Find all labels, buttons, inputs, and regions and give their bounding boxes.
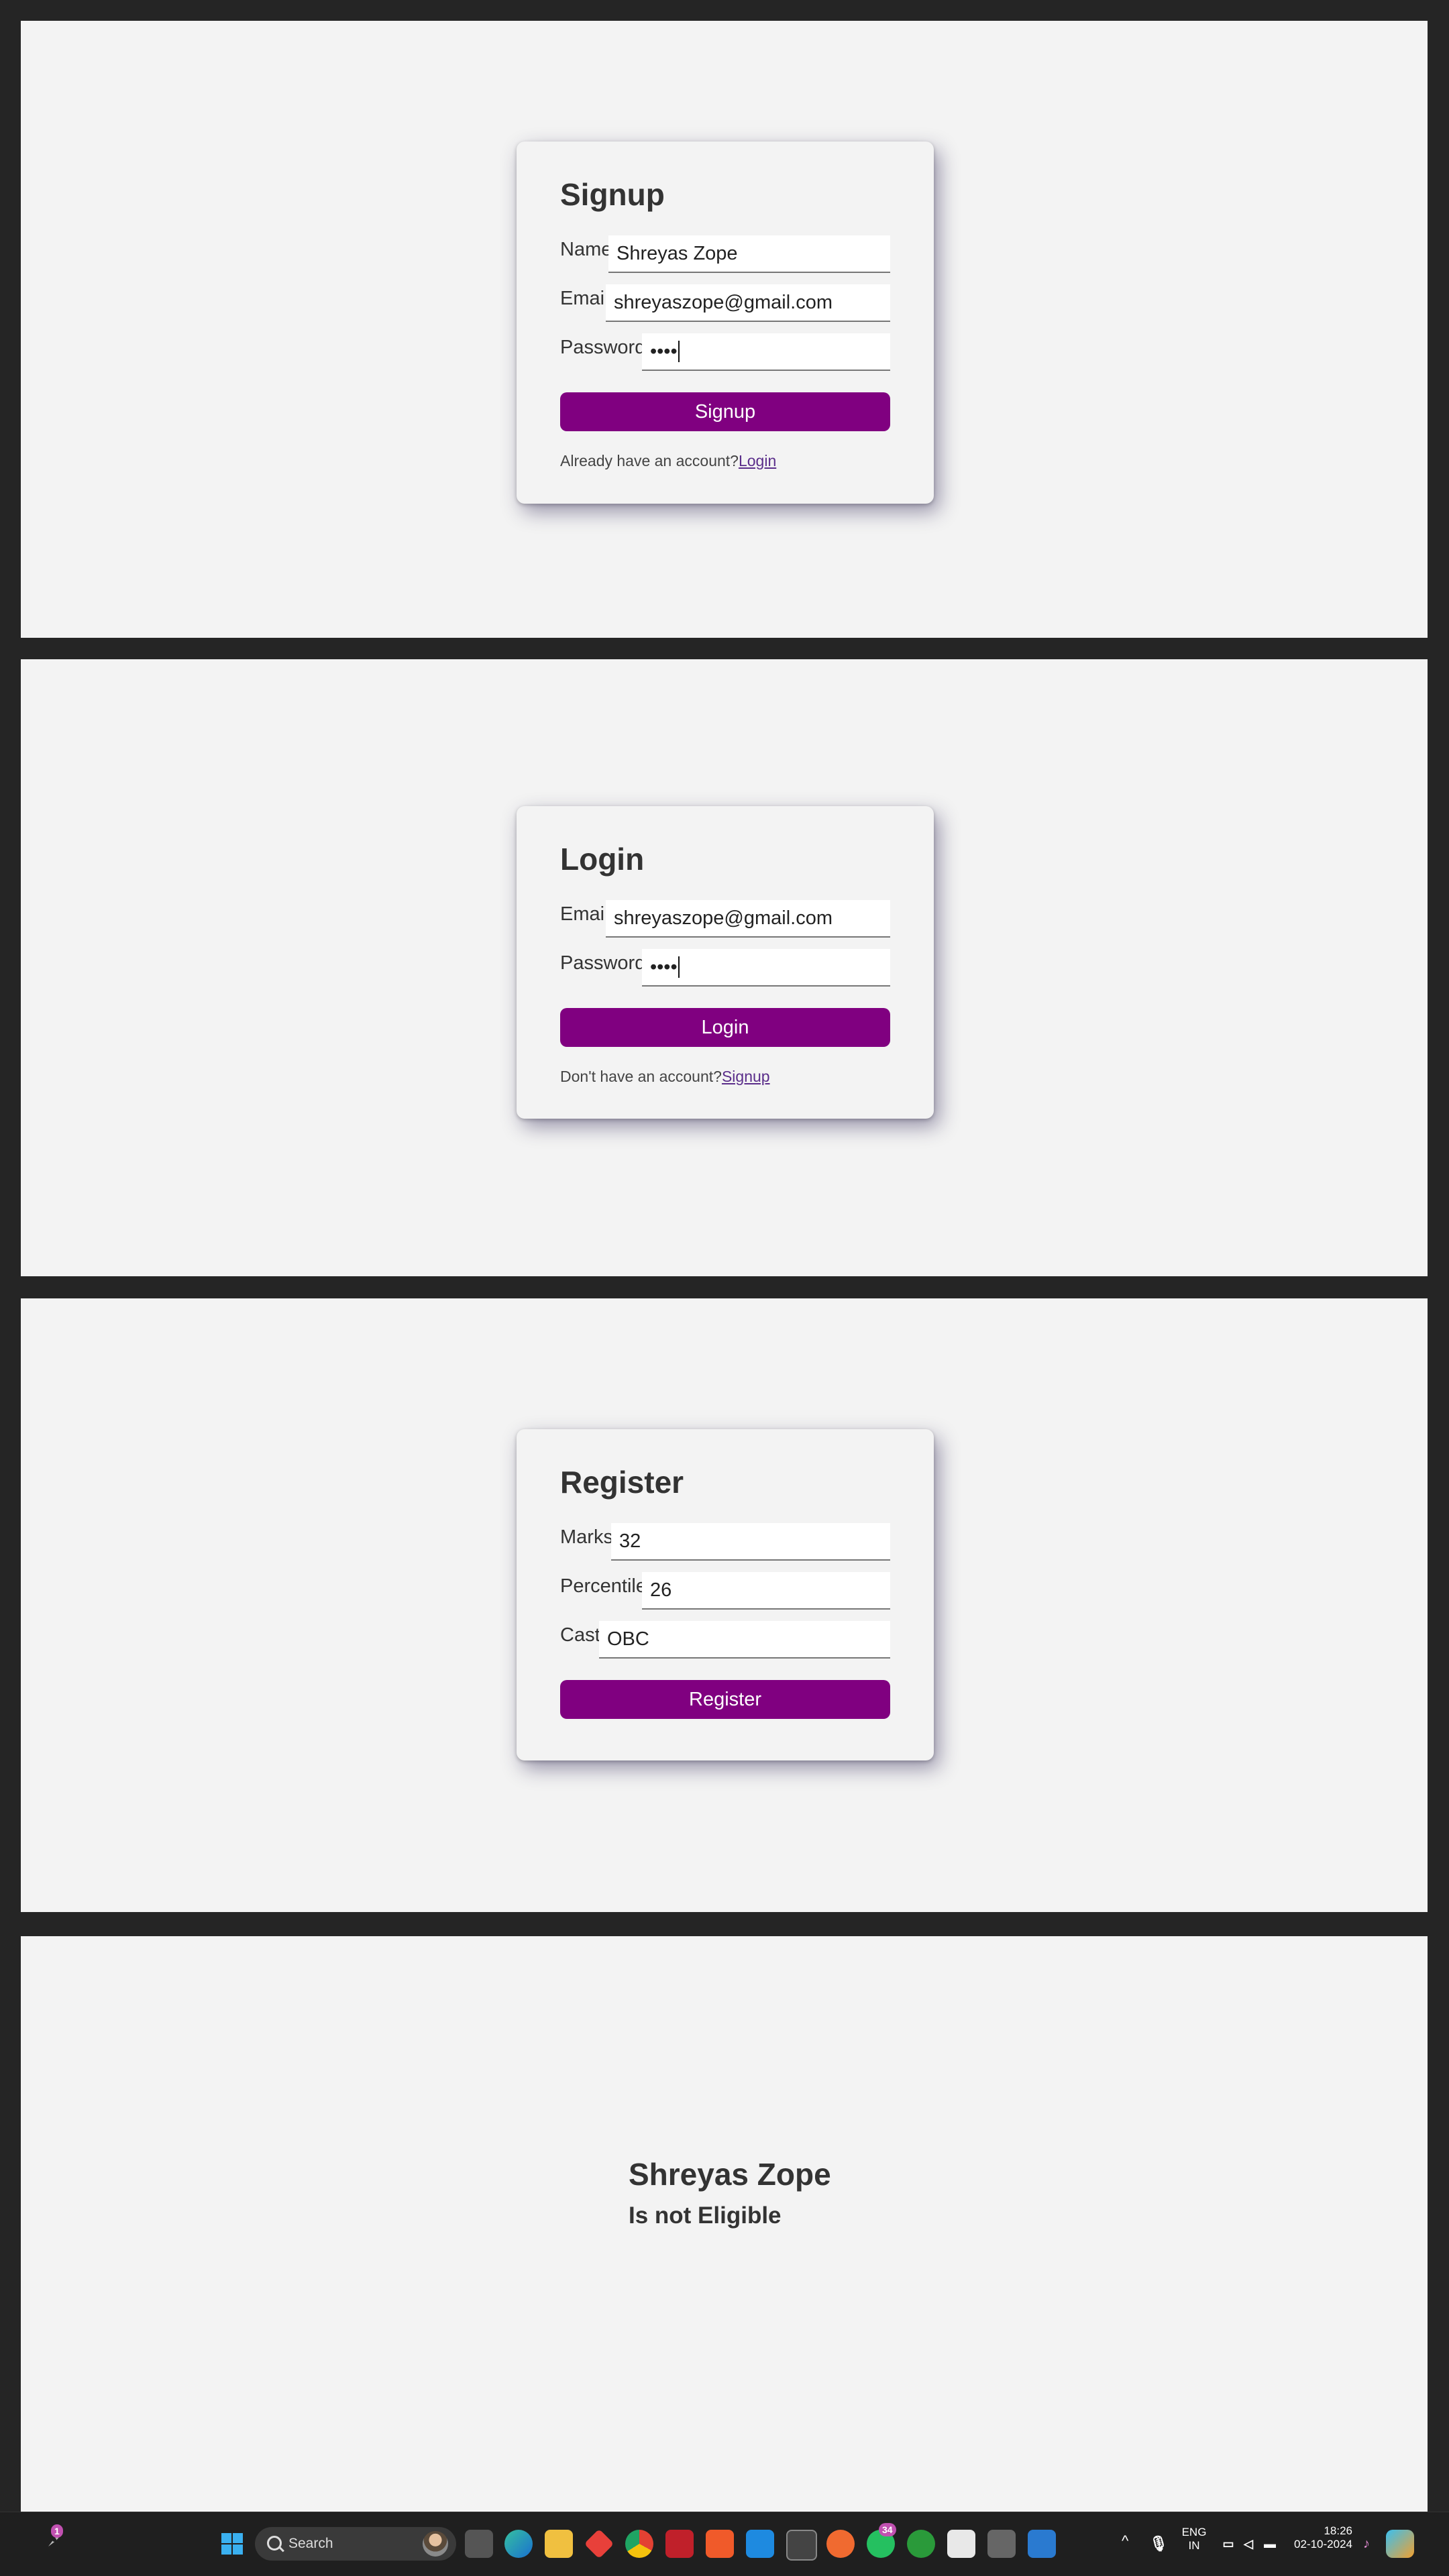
signup-button[interactable]: Signup xyxy=(560,392,890,431)
chrome-icon[interactable] xyxy=(625,2530,653,2558)
marks-input[interactable]: 32 xyxy=(611,1523,890,1561)
taskbar-search[interactable]: Search xyxy=(255,2527,456,2561)
email-input[interactable]: shreyaszope@gmail.com xyxy=(606,284,890,322)
whatsapp-badge: 34 xyxy=(879,2523,896,2536)
register-screen: Register Marks 32 Percentile 26 Cast OBC… xyxy=(21,1298,1428,1912)
edge-icon[interactable] xyxy=(504,2530,533,2558)
search-label: Search xyxy=(288,2536,333,2551)
bell-icon[interactable]: ♪ xyxy=(1358,2530,1375,2558)
text-caret xyxy=(678,956,680,978)
copilot-icon[interactable] xyxy=(1386,2530,1414,2558)
cast-input[interactable]: OBC xyxy=(599,1621,890,1659)
login-link[interactable]: Login xyxy=(739,452,776,469)
search-icon xyxy=(267,2536,282,2551)
language-line-1: ENG xyxy=(1181,2526,1207,2538)
terminal-icon[interactable] xyxy=(786,2530,817,2561)
file-explorer-icon[interactable] xyxy=(545,2530,573,2558)
login-button[interactable]: Login xyxy=(560,1008,890,1047)
start-icon[interactable] xyxy=(218,2530,246,2558)
name-input[interactable]: Shreyas Zope xyxy=(608,235,890,273)
percentile-input[interactable]: 26 xyxy=(642,1572,890,1610)
snipping-tool-icon[interactable] xyxy=(1028,2530,1056,2558)
postman-icon[interactable] xyxy=(826,2530,855,2558)
email-label: Email xyxy=(560,288,609,309)
signup-hint-text: Already have an account? xyxy=(560,452,739,469)
register-card: Register Marks 32 Percentile 26 Cast OBC… xyxy=(517,1429,934,1760)
signup-hint: Already have an account?Login xyxy=(560,452,776,470)
register-title: Register xyxy=(560,1465,684,1500)
language-indicator[interactable]: ENG IN xyxy=(1179,2526,1209,2553)
brave-icon[interactable] xyxy=(706,2530,734,2558)
email-input[interactable]: shreyaszope@gmail.com xyxy=(606,900,890,938)
login-screen: Login Email shreyaszope@gmail.com Passwo… xyxy=(21,659,1428,1276)
marks-label: Marks xyxy=(560,1526,613,1548)
password-value: •••• xyxy=(650,956,678,978)
result-screen: Shreyas Zope Is not Eligible xyxy=(21,1936,1428,2512)
battery-icon[interactable]: ▬ xyxy=(1260,2530,1280,2558)
network-icon[interactable]: ▭ xyxy=(1220,2530,1237,2558)
clock[interactable]: 18:26 02-10-2024 xyxy=(1288,2524,1352,2551)
login-card: Login Email shreyaszope@gmail.com Passwo… xyxy=(517,806,934,1119)
cast-label: Cast xyxy=(560,1624,600,1646)
task-view-icon[interactable] xyxy=(465,2530,493,2558)
email-label: Email xyxy=(560,903,609,925)
password-value: •••• xyxy=(650,340,678,362)
signup-card: Signup Name Shreyas Zope Email shreyaszo… xyxy=(517,142,934,504)
chevron-up-icon[interactable]: ^ xyxy=(1122,2532,1128,2550)
text-caret xyxy=(678,341,680,362)
login-title: Login xyxy=(560,842,645,877)
password-label: Password xyxy=(560,337,646,358)
notification-count-badge: 1 xyxy=(51,2524,63,2538)
git-icon[interactable] xyxy=(584,2528,614,2559)
password-input[interactable]: •••• xyxy=(642,333,890,371)
signup-screen: Signup Name Shreyas Zope Email shreyaszo… xyxy=(21,21,1428,638)
result-status: Is not Eligible xyxy=(629,2202,782,2229)
taskbar: 1 Search 34 ^ 🎙 ENG IN ▭ ◁ ▬ 18:26 02-10… xyxy=(0,2512,1449,2576)
percentile-label: Percentile xyxy=(560,1575,647,1597)
password-input[interactable]: •••• xyxy=(642,949,890,987)
store-icon[interactable] xyxy=(947,2530,975,2558)
signup-title: Signup xyxy=(560,177,665,212)
language-line-2: IN xyxy=(1188,2539,1200,2552)
login-hint-text: Don't have an account? xyxy=(560,1068,722,1085)
mcafee-icon[interactable] xyxy=(665,2530,694,2558)
search-highlight-icon xyxy=(423,2531,448,2557)
xbox-icon[interactable] xyxy=(907,2530,935,2558)
signup-link[interactable]: Signup xyxy=(722,1068,770,1085)
clock-date: 02-10-2024 xyxy=(1294,2538,1352,2551)
register-button[interactable]: Register xyxy=(560,1680,890,1719)
volume-icon[interactable]: ◁ xyxy=(1240,2530,1257,2558)
login-hint: Don't have an account?Signup xyxy=(560,1068,770,1086)
vscode-icon[interactable] xyxy=(746,2530,774,2558)
result-name: Shreyas Zope xyxy=(629,2157,831,2192)
name-label: Name xyxy=(560,239,612,260)
microphone-icon[interactable]: 🎙 xyxy=(1148,2530,1169,2558)
app-icon[interactable] xyxy=(987,2530,1016,2558)
clock-time: 18:26 xyxy=(1324,2524,1352,2537)
password-label: Password xyxy=(560,952,646,974)
